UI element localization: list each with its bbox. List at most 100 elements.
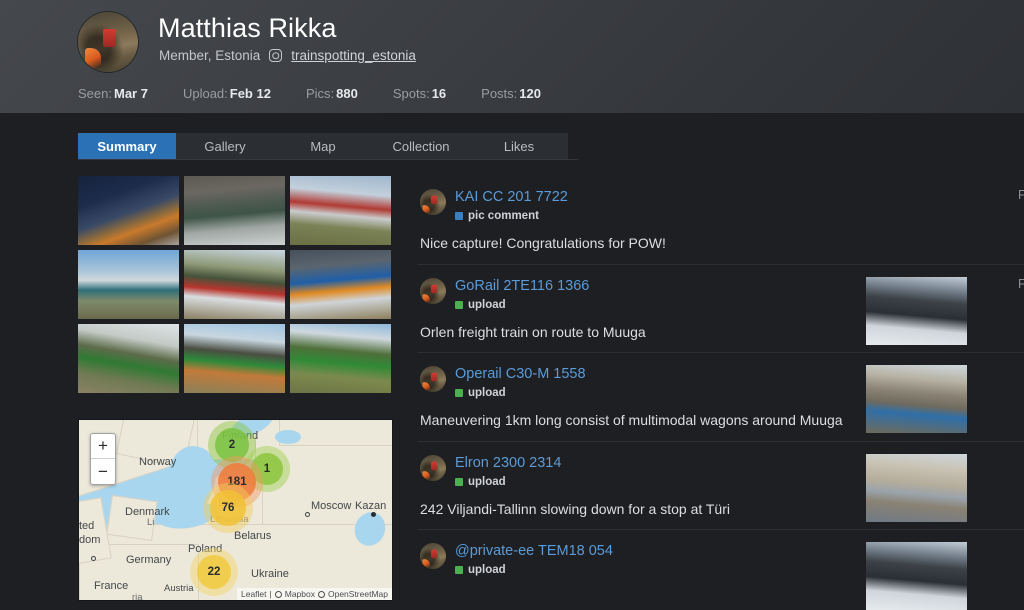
gallery-thumbnail[interactable] [184, 324, 285, 393]
feed-item: Operail C30-M 1558 upload Maneuvering 1k… [418, 353, 1024, 442]
profile-role-location: Member, Estonia [159, 48, 260, 63]
feed-item-date: F [1018, 188, 1024, 202]
feed-item-kind-label: upload [468, 299, 506, 311]
stat-spots-label: Spots: [393, 86, 430, 101]
map-cluster-count: 2 [229, 439, 235, 451]
instagram-icon [269, 49, 282, 62]
feed-item-kind: pic comment [455, 210, 1024, 222]
stat-pics-value: 880 [336, 86, 358, 101]
feed-item: GoRail 2TE116 1366 upload Orlen freight … [418, 265, 1024, 354]
avatar[interactable] [78, 12, 138, 72]
feed-item-kind-label: upload [468, 387, 506, 399]
stat-posts: Posts:120 [481, 86, 541, 101]
stat-seen-value: Mar 7 [114, 86, 148, 101]
gallery-thumbnail[interactable] [78, 324, 179, 393]
instagram-handle-link[interactable]: trainspotting_estonia [291, 48, 416, 63]
stat-spots: Spots:16 [393, 86, 446, 101]
stat-upload-label: Upload: [183, 86, 228, 101]
avatar[interactable] [420, 366, 446, 392]
stat-seen: Seen:Mar 7 [78, 86, 148, 101]
tabs-divider [78, 159, 578, 160]
map-label-ukraine: Ukraine [251, 568, 289, 580]
profile-stats-bar: Seen:Mar 7 Upload:Feb 12 Pics:880 Spots:… [0, 73, 1024, 113]
avatar[interactable] [420, 189, 446, 215]
profile-header: Matthias Rikka Member, Estonia trainspot… [0, 0, 1024, 113]
openstreetmap-link[interactable]: OpenStreetMap [328, 589, 388, 599]
gallery-thumbnail[interactable] [290, 324, 391, 393]
attribution-separator: | [270, 589, 272, 599]
stat-seen-label: Seen: [78, 86, 112, 101]
spots-map[interactable]: Norway Finland Denmark ted dom Germany P… [78, 419, 393, 601]
city-dot-moscow [305, 512, 310, 517]
feed-item-title-link[interactable]: KAI CC 201 7722 [455, 189, 568, 206]
gallery-thumbnail[interactable] [290, 250, 391, 319]
feed-item-title-link[interactable]: Elron 2300 2314 [455, 455, 561, 472]
feed-item-thumbnail[interactable] [866, 454, 967, 522]
map-cluster-count: 1 [264, 463, 270, 475]
avatar[interactable] [420, 278, 446, 304]
stat-spots-value: 16 [432, 86, 446, 101]
map-attribution: Leaflet | Mapbox OpenStreetMap [237, 588, 392, 600]
avatar[interactable] [420, 543, 446, 569]
stat-pics: Pics:880 [306, 86, 358, 101]
map-city-moscow: Moscow [311, 500, 351, 512]
minus-icon[interactable]: − [91, 459, 115, 484]
gallery-thumbnail[interactable] [78, 176, 179, 245]
feed-item-thumbnail[interactable] [866, 277, 967, 345]
status-badge [455, 212, 463, 220]
tab-collection[interactable]: Collection [372, 133, 470, 159]
city-dot-london [91, 556, 96, 561]
map-label-belarus: Belarus [234, 530, 271, 542]
status-badge [455, 301, 463, 309]
page-title: Matthias Rikka [158, 13, 336, 44]
tab-summary[interactable]: Summary [78, 133, 176, 159]
feed-item-text: Nice capture! Congratulations for POW! [420, 235, 1024, 253]
feed-item-thumbnail[interactable] [866, 365, 967, 433]
left-column [78, 176, 393, 393]
copyright-icon [275, 591, 282, 598]
copyright-icon [318, 591, 325, 598]
map-city-kazan: Kazan [355, 500, 386, 512]
gallery-thumbnail[interactable] [184, 250, 285, 319]
tab-gallery[interactable]: Gallery [176, 133, 274, 159]
stat-posts-value: 120 [519, 86, 541, 101]
tab-likes[interactable]: Likes [470, 133, 568, 159]
profile-header-inner: Matthias Rikka Member, Estonia trainspot… [78, 0, 1024, 73]
map-label-austria: Austria [164, 583, 194, 594]
status-badge [455, 389, 463, 397]
gallery-thumbnail[interactable] [78, 250, 179, 319]
feed-item-thumbnail[interactable] [866, 542, 967, 610]
stat-upload-value: Feb 12 [230, 86, 271, 101]
plus-icon[interactable]: + [91, 434, 115, 459]
feed-item-title-link[interactable]: Operail C30-M 1558 [455, 366, 586, 383]
avatar-image [78, 12, 138, 72]
map-cluster-count: 22 [208, 566, 221, 578]
feed-item: @private-ee TEM18 054 upload [418, 530, 1024, 576]
profile-meta: Member, Estonia trainspotting_estonia [159, 48, 416, 63]
gallery-thumbnail-grid [78, 176, 393, 393]
leaflet-link[interactable]: Leaflet [241, 589, 267, 599]
map-cluster-marker[interactable]: 76 [210, 490, 246, 526]
avatar[interactable] [420, 455, 446, 481]
feed-item-kind-label: upload [468, 564, 506, 576]
map-label-norway: Norway [139, 456, 176, 468]
profile-tabs: Summary Gallery Map Collection Likes [78, 133, 568, 159]
gallery-thumbnail[interactable] [184, 176, 285, 245]
map-label-france: France [94, 580, 128, 592]
map-label-partial-li: Li [147, 517, 154, 528]
mapbox-link[interactable]: Mapbox [285, 589, 315, 599]
gallery-thumbnail[interactable] [290, 176, 391, 245]
feed-item-header: KAI CC 201 7722 pic comment [418, 188, 1024, 222]
status-badge [455, 566, 463, 574]
feed-item: Elron 2300 2314 upload 242 Viljandi-Tall… [418, 442, 1024, 531]
map-cluster-count: 76 [222, 502, 235, 514]
feed-item-kind-label: upload [468, 476, 506, 488]
feed-item-title-link[interactable]: @private-ee TEM18 054 [455, 543, 613, 560]
map-cluster-marker[interactable]: 22 [197, 555, 231, 589]
feed-item-date: F [1018, 277, 1024, 291]
stat-pics-label: Pics: [306, 86, 334, 101]
map-label-kingdom: dom [79, 534, 100, 546]
feed-item: KAI CC 201 7722 pic comment Nice capture… [418, 176, 1024, 265]
feed-item-title-link[interactable]: GoRail 2TE116 1366 [455, 278, 589, 295]
tab-map[interactable]: Map [274, 133, 372, 159]
